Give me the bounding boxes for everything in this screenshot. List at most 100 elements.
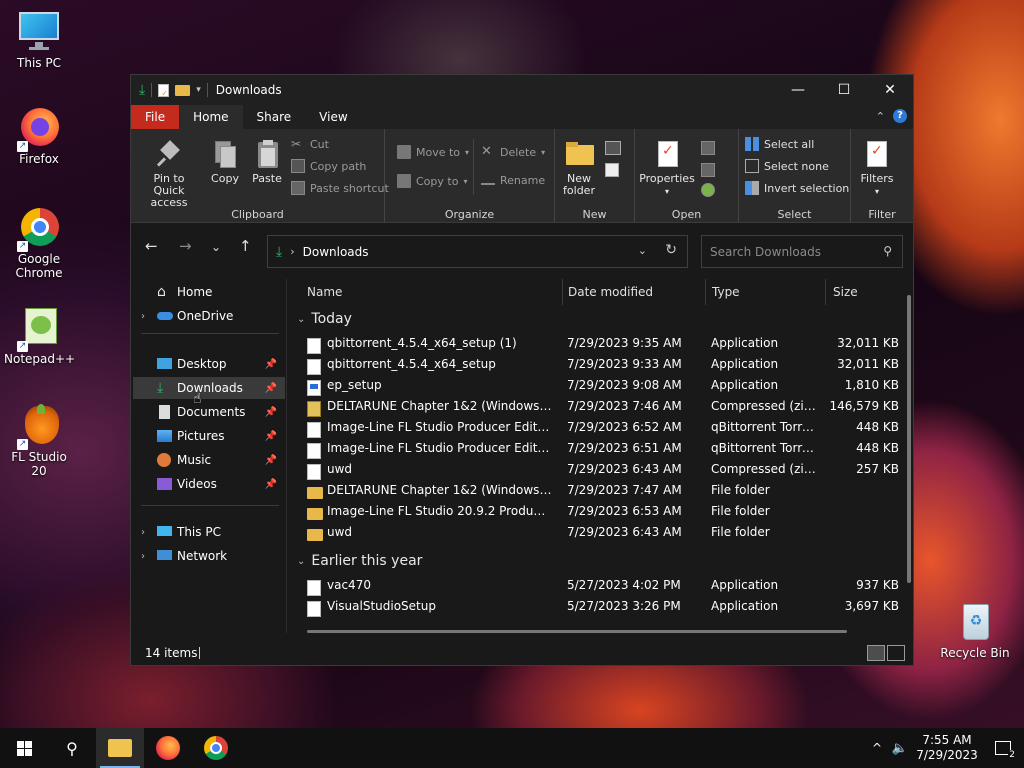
up-button[interactable]: ↑ bbox=[239, 237, 252, 255]
chevron-down-icon[interactable]: ⌄ bbox=[297, 314, 305, 325]
easy-access-icon[interactable] bbox=[605, 163, 619, 177]
history-icon[interactable] bbox=[701, 183, 715, 197]
new-folder-qa-icon[interactable] bbox=[175, 84, 191, 96]
pin-quick-access-button[interactable]: Pin to Quick access bbox=[137, 139, 201, 209]
pin-icon[interactable]: 📌 bbox=[265, 383, 277, 394]
table-row[interactable]: uwd 7/29/2023 6:43 AM File folder bbox=[287, 525, 899, 546]
desktop-icon-this-pc[interactable]: This PC bbox=[4, 10, 74, 70]
table-row[interactable]: qbittorrent_4.5.4_x64_setup 7/29/2023 9:3… bbox=[287, 357, 899, 378]
desktop-icon-recycle-bin[interactable]: ♻ Recycle Bin bbox=[940, 600, 1010, 660]
nav-item-home[interactable]: ⌂ Home bbox=[133, 281, 285, 303]
pin-icon[interactable]: 📌 bbox=[265, 479, 277, 490]
back-button[interactable]: ← bbox=[145, 237, 158, 255]
nav-item-network[interactable]: › Network bbox=[133, 545, 285, 567]
pin-icon[interactable]: 📌 bbox=[265, 455, 277, 466]
column-header-name[interactable]: Name bbox=[307, 285, 342, 299]
table-row[interactable]: vac470 5/27/2023 4:02 PM Application 937 KB bbox=[287, 578, 899, 599]
table-row[interactable]: VisualStudioSetup 5/27/2023 3:26 PM Applic… bbox=[287, 599, 899, 620]
vertical-scrollbar[interactable] bbox=[907, 295, 911, 583]
forward-button[interactable]: → bbox=[179, 237, 192, 255]
nav-item-pictures[interactable]: Pictures 📌 bbox=[133, 425, 285, 447]
collapse-ribbon-icon[interactable]: ⌃ bbox=[876, 110, 885, 123]
pin-icon[interactable]: 📌 bbox=[265, 407, 277, 418]
search-button[interactable]: ⚲ bbox=[48, 728, 96, 768]
pin-icon[interactable]: 📌 bbox=[265, 359, 277, 370]
nav-item-videos[interactable]: Videos 📌 bbox=[133, 473, 285, 495]
table-row[interactable]: qbittorrent_4.5.4_x64_setup (1) 7/29/2023… bbox=[287, 336, 899, 357]
notifications-button[interactable]: 2 bbox=[982, 728, 1024, 768]
nav-item-downloads[interactable]: ⤓ Downloads 📌 bbox=[133, 377, 285, 399]
taskbar-chrome[interactable] bbox=[192, 728, 240, 768]
column-header-size[interactable]: Size bbox=[833, 285, 858, 299]
select-none-button[interactable]: Select none bbox=[745, 159, 829, 173]
table-row[interactable]: uwd 7/29/2023 6:43 AM Compressed (zipp... 2… bbox=[287, 462, 899, 483]
chevron-down-icon[interactable]: ⌄ bbox=[297, 556, 305, 567]
nav-item-this-pc[interactable]: › This PC bbox=[133, 521, 285, 543]
new-folder-button[interactable]: New folder bbox=[561, 139, 597, 197]
pin-icon[interactable]: 📌 bbox=[265, 431, 277, 442]
column-header-type[interactable]: Type bbox=[712, 285, 740, 299]
search-input[interactable] bbox=[710, 244, 870, 259]
select-all-button[interactable]: Select all bbox=[745, 137, 814, 151]
address-dropdown-icon[interactable]: ⌄ bbox=[638, 244, 647, 257]
large-icons-view-button[interactable] bbox=[887, 645, 905, 661]
minimize-button[interactable]: — bbox=[775, 75, 821, 105]
desktop-icon-firefox[interactable]: ↗ Firefox bbox=[4, 106, 74, 166]
refresh-icon[interactable]: ↻ bbox=[665, 242, 677, 258]
desktop-icon-chrome[interactable]: ↗ Google Chrome bbox=[4, 206, 74, 280]
table-row[interactable]: ep_setup 7/29/2023 9:08 AM Application 1,81… bbox=[287, 378, 899, 399]
invert-selection-button[interactable]: Invert selection bbox=[745, 181, 849, 195]
cut-button[interactable]: ✂ Cut bbox=[291, 137, 329, 151]
table-row[interactable]: Image-Line FL Studio Producer Edition 2.… bbox=[287, 441, 899, 462]
separator[interactable] bbox=[825, 279, 826, 305]
properties-qa-icon[interactable]: ✓ bbox=[158, 83, 170, 98]
group-header-today[interactable]: ⌄ Today bbox=[297, 311, 352, 327]
taskbar-file-explorer[interactable] bbox=[96, 728, 144, 768]
delete-button[interactable]: ✕ Delete ▾ bbox=[481, 145, 545, 159]
paste-button[interactable]: Paste bbox=[247, 139, 287, 185]
new-item-icon[interactable] bbox=[605, 141, 621, 155]
table-row[interactable]: Image-Line FL Studio 20.9.2 Producer Edi… bbox=[287, 504, 899, 525]
open-icon[interactable] bbox=[701, 141, 715, 155]
recent-locations-button[interactable]: ⌄ bbox=[211, 240, 221, 254]
details-view-button[interactable] bbox=[867, 645, 885, 661]
chevron-right-icon[interactable]: › bbox=[141, 311, 145, 322]
separator[interactable] bbox=[705, 279, 706, 305]
paste-shortcut-button[interactable]: Paste shortcut bbox=[291, 181, 389, 195]
properties-button[interactable]: ✓ Properties ▾ bbox=[639, 139, 695, 198]
rename-button[interactable]: Rename bbox=[481, 174, 545, 187]
nav-item-desktop[interactable]: Desktop 📌 bbox=[133, 353, 285, 375]
column-header-date[interactable]: Date modified bbox=[568, 285, 653, 299]
table-row[interactable]: DELTARUNE Chapter 1&2 (Windows 1.10) 7/29… bbox=[287, 399, 899, 420]
nav-item-documents[interactable]: Documents 📌 bbox=[133, 401, 285, 423]
customize-qa-icon[interactable]: ▾ bbox=[196, 85, 201, 95]
taskbar-firefox[interactable] bbox=[144, 728, 192, 768]
nav-item-onedrive[interactable]: › OneDrive bbox=[133, 305, 285, 327]
start-button[interactable] bbox=[0, 728, 48, 768]
table-row[interactable]: Image-Line FL Studio Producer Edition 2.… bbox=[287, 420, 899, 441]
tab-share[interactable]: Share bbox=[243, 105, 306, 129]
volume-icon[interactable]: 🔈 bbox=[888, 741, 912, 756]
chevron-up-icon[interactable]: ^ bbox=[866, 741, 888, 755]
filters-button[interactable]: ✓ Filters ▾ bbox=[857, 139, 897, 198]
tab-home[interactable]: Home bbox=[179, 105, 243, 129]
separator[interactable] bbox=[562, 279, 563, 305]
copy-button[interactable]: Copy bbox=[205, 139, 245, 185]
edit-icon[interactable] bbox=[701, 163, 715, 177]
copy-path-button[interactable]: Copy path bbox=[291, 159, 366, 173]
desktop-icon-fl-studio[interactable]: ↗ FL Studio 20 bbox=[4, 404, 74, 478]
copy-to-button[interactable]: Copy to ▾ bbox=[397, 174, 467, 188]
help-icon[interactable]: ? bbox=[893, 109, 907, 123]
tab-view[interactable]: View bbox=[305, 105, 361, 129]
maximize-button[interactable]: ☐ bbox=[821, 75, 867, 105]
chevron-right-icon[interactable]: › bbox=[141, 527, 145, 538]
nav-item-music[interactable]: Music 📌 bbox=[133, 449, 285, 471]
chevron-right-icon[interactable]: › bbox=[141, 551, 145, 562]
group-header-earlier[interactable]: ⌄ Earlier this year bbox=[297, 553, 422, 569]
move-to-button[interactable]: Move to ▾ bbox=[397, 145, 469, 159]
search-box[interactable]: ⚲ bbox=[701, 235, 903, 268]
table-row[interactable]: DELTARUNE Chapter 1&2 (Windows 1.10) 7/29… bbox=[287, 483, 899, 504]
desktop-icon-notepadpp[interactable]: ↗ Notepad++ bbox=[4, 306, 75, 366]
horizontal-scrollbar[interactable] bbox=[307, 630, 847, 633]
tab-file[interactable]: File bbox=[131, 105, 180, 129]
